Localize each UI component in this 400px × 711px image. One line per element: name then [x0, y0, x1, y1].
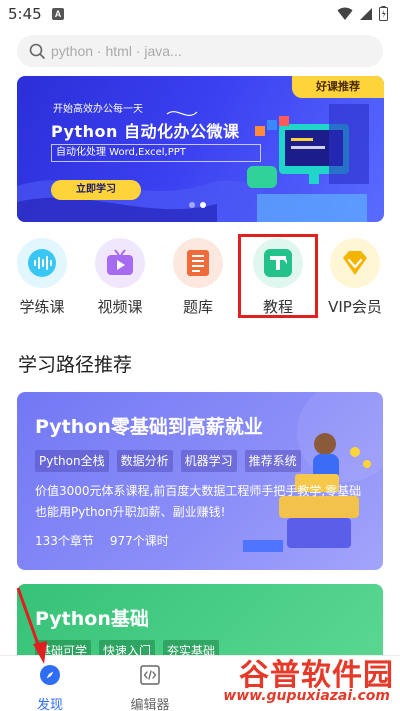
path-tag: 推荐系统 — [244, 450, 301, 472]
tv-play-icon — [95, 238, 145, 288]
category-label: 学练课 — [19, 298, 65, 316]
banner-learn-now-button[interactable]: 立即学习 — [51, 180, 141, 200]
search-icon — [29, 43, 45, 59]
status-time: 5:45 — [8, 5, 42, 23]
category-video-course[interactable]: 视频课 — [85, 238, 155, 317]
search-bar[interactable] — [17, 35, 383, 67]
banner-title: Python 自动化办公微课 — [51, 122, 240, 141]
notification-badge: A — [52, 8, 64, 20]
chapter-count: 133个章节 — [35, 534, 94, 548]
path-tag: 数据分析 — [116, 450, 173, 472]
search-input[interactable] — [51, 43, 351, 59]
category-question-bank[interactable]: 题库 — [163, 238, 233, 317]
path-card-title: Python零基础到高薪就业 — [35, 416, 263, 438]
banner-subtitle: 自动化处理 Word,Excel,PPT — [51, 144, 261, 162]
battery-icon — [379, 6, 388, 21]
carousel-dot-active — [200, 202, 206, 208]
wifi-icon — [337, 7, 353, 20]
status-icons — [337, 6, 388, 21]
carousel-indicator — [189, 202, 206, 208]
path-card-2-title: Python基础 — [35, 608, 149, 630]
lesson-count: 977个课时 — [109, 534, 169, 548]
nav-label: 发现 — [36, 698, 63, 711]
learning-path-card[interactable]: Python零基础到高薪就业 Python全栈 数据分析 机器学习 推荐系统 价… — [17, 392, 383, 570]
annotation-highlight-box — [238, 234, 318, 318]
signal-icon — [360, 7, 372, 20]
section-title: 学习路径推荐 — [18, 354, 133, 376]
compass-icon — [40, 665, 60, 685]
category-vip-member[interactable]: VIP会员 — [320, 238, 390, 317]
path-tag: 机器学习 — [180, 450, 237, 472]
category-row: 学练课 视频课 题库 教程 VIP会员 — [0, 238, 400, 318]
vip-diamond-icon — [330, 238, 380, 288]
watermark-url: www.gupuxiazai.com — [223, 688, 390, 704]
path-card-tags: Python全栈 数据分析 机器学习 推荐系统 — [35, 450, 301, 472]
site-watermark: 谷普软件园 www.gupuxiazai.com — [204, 650, 394, 710]
code-editor-icon — [140, 665, 160, 685]
path-tag: Python全栈 — [35, 450, 109, 472]
category-label: VIP会员 — [328, 298, 382, 316]
carousel-dot — [189, 202, 195, 208]
category-label: 视频课 — [97, 298, 143, 316]
question-bank-icon — [173, 238, 223, 288]
category-label: 题库 — [182, 298, 213, 316]
voice-wave-icon — [17, 238, 67, 288]
nav-editor[interactable]: 编辑器 — [110, 664, 190, 711]
category-practice-course[interactable]: 学练课 — [7, 238, 77, 317]
banner-pre-title: 开始高效办公每一天 — [53, 104, 143, 115]
nav-label: 编辑器 — [130, 698, 170, 711]
nav-discover[interactable]: 发现 — [10, 664, 90, 711]
path-card-description: 价值3000元体系课程,前百度大数据工程师手把手教学,零基础也能用Python升… — [35, 484, 362, 519]
status-bar: 5:45 A — [0, 0, 400, 30]
banner-recommend-tag: 好课推荐 — [292, 76, 384, 98]
path-card-meta: 133个章节 977个课时 — [35, 532, 169, 549]
promo-banner[interactable]: 好课推荐 开始高效办公每一天 Python 自动化办公微课 自动化处理 Word… — [17, 76, 384, 222]
